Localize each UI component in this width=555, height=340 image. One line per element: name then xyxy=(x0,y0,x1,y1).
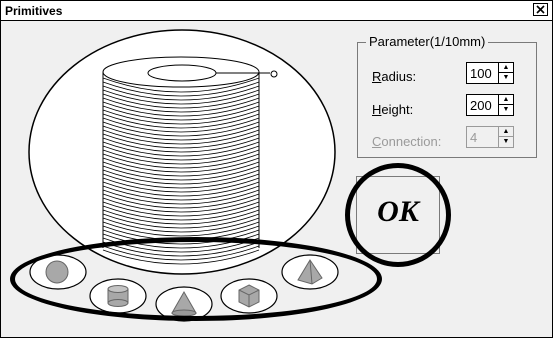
connection-up-icon: ▲ xyxy=(502,128,510,135)
radius-up-icon[interactable]: ▲ xyxy=(499,63,513,72)
connection-label: Connection: xyxy=(372,134,442,149)
ok-highlight-ring xyxy=(345,163,451,267)
height-spinner[interactable]: 200 ▲ ▼ xyxy=(466,94,514,116)
shape-buttons-highlight-ring xyxy=(10,237,382,321)
radius-spinner[interactable]: 100 ▲ ▼ xyxy=(466,62,514,84)
connection-input: 4 xyxy=(470,130,478,145)
height-down-icon[interactable]: ▼ xyxy=(499,104,513,114)
parameter-legend: Parameter(1/10mm) xyxy=(366,34,489,49)
height-up-icon[interactable]: ▲ xyxy=(499,95,513,104)
height-label: Height: xyxy=(372,102,414,117)
cylinder-preview xyxy=(102,56,260,265)
radius-down-icon[interactable]: ▼ xyxy=(499,72,513,82)
radius-label: Radius: xyxy=(372,69,417,84)
radius-input[interactable]: 100 xyxy=(470,66,492,81)
connection-spinner: 4 ▲ ▼ xyxy=(466,126,514,148)
height-input[interactable]: 200 xyxy=(470,98,492,113)
connection-down-icon: ▼ xyxy=(499,136,513,146)
